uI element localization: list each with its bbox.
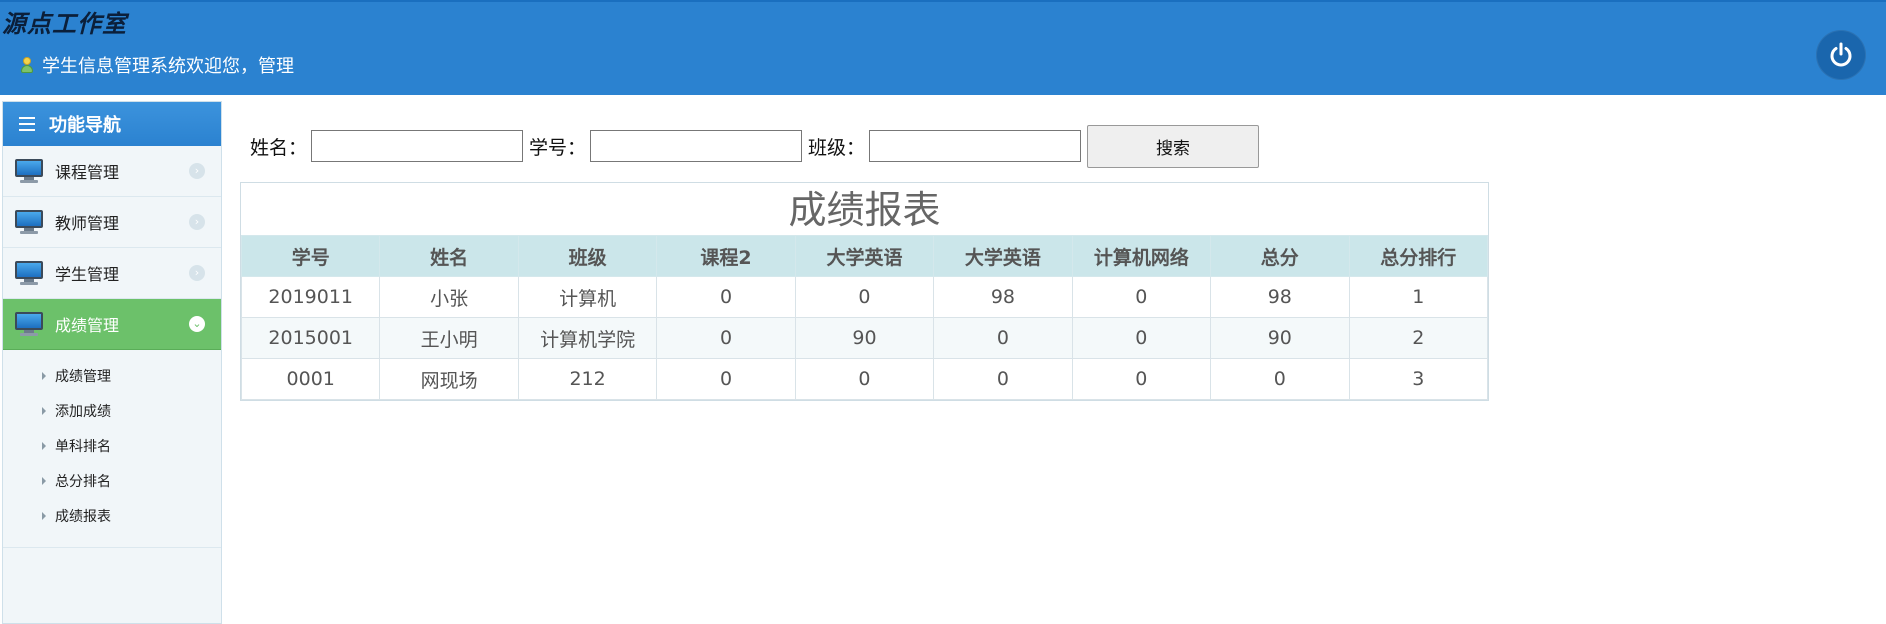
table-cell: 0 bbox=[656, 317, 796, 359]
triangle-right-icon bbox=[42, 441, 46, 450]
sidebar-item-course[interactable]: 课程管理 › bbox=[3, 146, 221, 197]
table-cell: 2015001 bbox=[240, 317, 381, 359]
column-header: 大学英语 bbox=[933, 235, 1073, 277]
table-cell: 0001 bbox=[240, 358, 381, 400]
table-cell: 小张 bbox=[379, 276, 519, 318]
name-label: 姓名： bbox=[250, 136, 308, 159]
table-cell: 王小明 bbox=[379, 317, 519, 359]
report-table: 学号 姓名 班级 课程2 大学英语 大学英语 计算机网络 总分 总分排行 201… bbox=[240, 235, 1488, 400]
table-cell: 1 bbox=[1348, 276, 1488, 318]
table-cell: 90 bbox=[794, 317, 935, 359]
monitor-icon bbox=[15, 159, 43, 183]
list-icon bbox=[19, 117, 35, 131]
chevron-right-icon: › bbox=[189, 214, 205, 230]
monitor-icon bbox=[15, 261, 43, 285]
table-cell: 计算机学院 bbox=[517, 317, 658, 359]
table-cell: 0 bbox=[1071, 358, 1212, 400]
table-cell: 212 bbox=[517, 358, 658, 400]
sidebar-title: 功能导航 bbox=[49, 115, 121, 136]
column-header: 计算机网络 bbox=[1071, 235, 1212, 277]
brand-title: 源点工作室 bbox=[2, 9, 127, 38]
table-cell: 0 bbox=[933, 358, 1073, 400]
power-icon bbox=[1830, 42, 1852, 67]
sidebar-item-grades[interactable]: 成绩管理 ⌄ bbox=[3, 299, 221, 350]
submenu-item-label: 成绩报表 bbox=[55, 508, 111, 525]
monitor-icon bbox=[15, 312, 43, 336]
table-cell: 0 bbox=[1071, 317, 1212, 359]
table-cell: 2 bbox=[1348, 317, 1488, 359]
column-header: 课程2 bbox=[656, 235, 796, 277]
monitor-icon bbox=[15, 210, 43, 234]
column-header: 总分排行 bbox=[1348, 235, 1488, 277]
table-header-row: 学号 姓名 班级 课程2 大学英语 大学英语 计算机网络 总分 总分排行 bbox=[240, 235, 1488, 277]
submenu-item-add-grade[interactable]: 添加成绩 bbox=[3, 393, 221, 428]
column-header: 班级 bbox=[517, 235, 658, 277]
column-header: 总分 bbox=[1210, 235, 1350, 277]
table-cell: 90 bbox=[1210, 317, 1350, 359]
table-row: 2019011 小张 计算机 0 0 98 0 98 1 bbox=[240, 276, 1488, 318]
submenu-item-label: 总分排名 bbox=[55, 473, 111, 490]
sidebar-item-label: 成绩管理 bbox=[55, 316, 120, 335]
grades-submenu: 成绩管理 添加成绩 单科排名 总分排名 成绩报表 bbox=[3, 350, 221, 548]
table-row: 0001 网现场 212 0 0 0 0 0 3 bbox=[240, 358, 1488, 400]
student-id-input[interactable] bbox=[590, 130, 803, 162]
chevron-right-icon: › bbox=[189, 265, 205, 281]
table-cell: 0 bbox=[794, 276, 935, 318]
table-cell: 0 bbox=[794, 358, 935, 400]
table-cell: 98 bbox=[933, 276, 1073, 318]
sidebar-header: 功能导航 bbox=[3, 102, 221, 146]
column-header: 大学英语 bbox=[794, 235, 935, 277]
report-title: 成绩报表 bbox=[788, 188, 941, 232]
submenu-item-grade-manage[interactable]: 成绩管理 bbox=[3, 358, 221, 393]
table-cell: 3 bbox=[1348, 358, 1488, 400]
name-input[interactable] bbox=[311, 130, 524, 162]
table-cell: 0 bbox=[1210, 358, 1350, 400]
class-label: 班级： bbox=[808, 136, 866, 159]
table-cell: 0 bbox=[933, 317, 1073, 359]
triangle-right-icon bbox=[42, 476, 46, 485]
triangle-right-icon bbox=[42, 406, 46, 415]
sidebar: 功能导航 课程管理 › 教师管理 › 学生管理 › 成绩管理 ⌄ 成绩管理 添加… bbox=[2, 101, 222, 624]
table-cell: 0 bbox=[656, 276, 796, 318]
table-cell: 0 bbox=[1071, 276, 1212, 318]
logout-button[interactable] bbox=[1816, 30, 1866, 80]
grade-report: 成绩报表 学号 姓名 班级 课程2 大学英语 大学英语 计算机网络 总分 总分排… bbox=[240, 182, 1489, 401]
table-cell: 2019011 bbox=[240, 276, 381, 318]
class-input[interactable] bbox=[869, 130, 1082, 162]
sidebar-item-student[interactable]: 学生管理 › bbox=[3, 248, 221, 299]
search-button[interactable]: 搜索 bbox=[1087, 124, 1260, 168]
submenu-item-label: 单科排名 bbox=[55, 438, 111, 455]
submenu-item-grade-report[interactable]: 成绩报表 bbox=[3, 498, 221, 533]
column-header: 姓名 bbox=[379, 235, 519, 277]
table-cell: 98 bbox=[1210, 276, 1350, 318]
table-cell: 计算机 bbox=[517, 276, 658, 318]
sidebar-item-label: 学生管理 bbox=[55, 265, 120, 284]
triangle-right-icon bbox=[42, 371, 46, 380]
welcome-text: 学生信息管理系统欢迎您，管理 bbox=[42, 56, 294, 77]
table-row: 2015001 王小明 计算机学院 0 90 0 0 90 2 bbox=[240, 317, 1488, 359]
column-header: 学号 bbox=[240, 235, 381, 277]
table-cell: 网现场 bbox=[379, 358, 519, 400]
sidebar-item-teacher[interactable]: 教师管理 › bbox=[3, 197, 221, 248]
triangle-right-icon bbox=[42, 511, 46, 520]
submenu-item-label: 成绩管理 bbox=[55, 368, 111, 385]
table-cell: 0 bbox=[656, 358, 796, 400]
submenu-item-label: 添加成绩 bbox=[55, 403, 111, 420]
chevron-right-icon: › bbox=[189, 163, 205, 179]
welcome-message: 学生信息管理系统欢迎您，管理 bbox=[20, 52, 294, 78]
user-icon bbox=[20, 56, 34, 74]
chevron-down-icon: ⌄ bbox=[189, 316, 205, 332]
sidebar-item-label: 教师管理 bbox=[55, 214, 120, 233]
submenu-item-subject-rank[interactable]: 单科排名 bbox=[3, 428, 221, 463]
submenu-item-total-rank[interactable]: 总分排名 bbox=[3, 463, 221, 498]
search-bar: 姓名： 学号： 班级： 搜索 bbox=[250, 124, 1260, 168]
app-header: 源点工作室 学生信息管理系统欢迎您，管理 bbox=[0, 0, 1886, 95]
student-id-label: 学号： bbox=[529, 136, 587, 159]
sidebar-item-label: 课程管理 bbox=[55, 163, 120, 182]
